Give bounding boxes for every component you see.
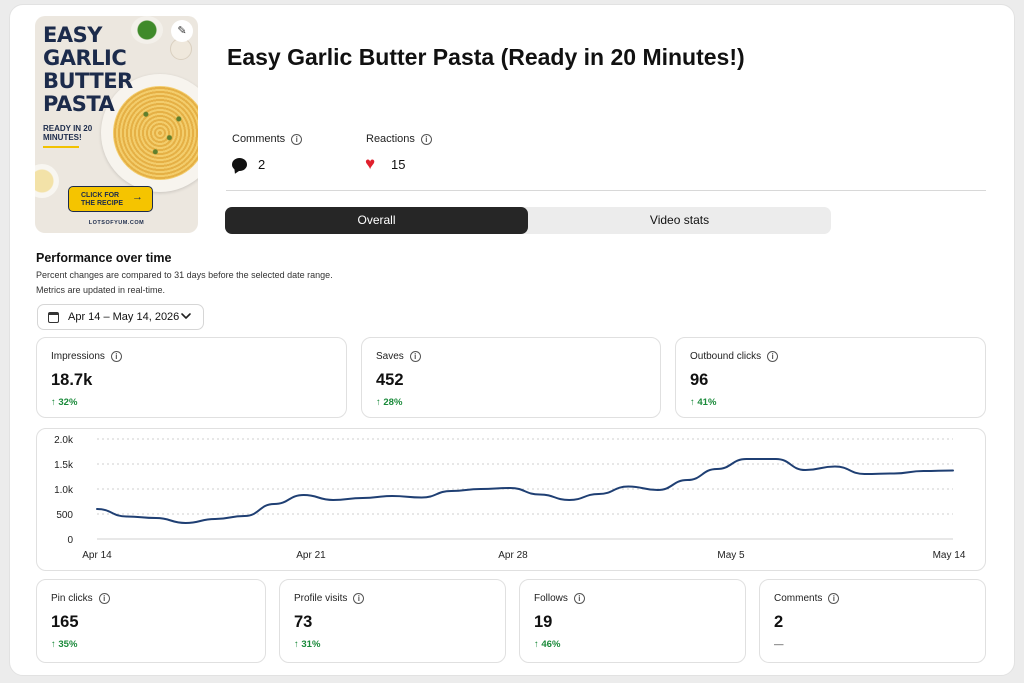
metric-delta: ↑ 31% [294, 639, 320, 650]
heart-icon: ♥ [365, 154, 376, 173]
x-tick-label: Apr 28 [498, 550, 528, 561]
metric-card-pin-clicks[interactable]: Pin clicks i 165 ↑ 35% [36, 579, 266, 663]
comments-label: Comments [232, 133, 286, 145]
metric-label-text: Follows [534, 593, 568, 605]
arrow-up-icon: ↑ [51, 639, 56, 650]
metric-label-text: Pin clicks [51, 593, 93, 605]
metric-label: Pin clicks i [51, 593, 110, 604]
thumbnail-site: LOTSOFYUM.COM [88, 220, 145, 226]
metric-value: 73 [294, 613, 313, 631]
thumbnail-cta: CLICK FOR THE RECIPE → [68, 186, 153, 212]
reactions-count: 15 [391, 157, 406, 172]
metric-delta-value: 28% [383, 397, 403, 408]
arrow-up-icon: ↑ [534, 639, 539, 650]
x-tick-label: May 5 [717, 550, 745, 561]
info-icon[interactable]: i [420, 133, 432, 145]
date-range-label: Apr 14 – May 14, 2026 [68, 311, 180, 323]
metric-card-comments[interactable]: Comments i 2 — [759, 579, 986, 663]
metric-delta: — [774, 639, 784, 650]
info-icon[interactable]: i [767, 351, 779, 362]
arrow-up-icon: ↑ [376, 397, 381, 408]
tab-overall[interactable]: Overall [225, 207, 528, 234]
metric-delta: ↑ 46% [534, 639, 560, 650]
metric-value: 2 [774, 613, 784, 631]
info-icon[interactable]: i [353, 593, 365, 604]
metric-label: Saves i [376, 351, 421, 362]
performance-chart-card: 0 500 1.0k 1.5k 2.0k Apr 14 Apr 21 Apr 28 May 5 M… [36, 428, 986, 571]
herb-bowl-graphic [131, 16, 163, 44]
reactions-stat-label: Reactions i [366, 133, 432, 145]
metric-delta: ↑ 28% [376, 397, 402, 408]
performance-line-chart[interactable]: 0 500 1.0k 1.5k 2.0k Apr 14 Apr 21 Apr 28 May 5 M… [37, 429, 985, 570]
y-tick-label: 2.0k [54, 435, 74, 446]
metric-delta-value: 35% [58, 639, 78, 650]
metric-label-text: Profile visits [294, 593, 348, 605]
performance-note-comparison: Percent changes are compared to 31 days … [36, 270, 333, 280]
cheese-graphic [35, 164, 59, 198]
metric-card-follows[interactable]: Follows i 19 ↑ 46% [519, 579, 746, 663]
info-icon[interactable]: i [409, 351, 421, 362]
metric-card-profile-visits[interactable]: Profile visits i 73 ↑ 31% [279, 579, 506, 663]
metric-label: Follows i [534, 593, 585, 604]
info-icon[interactable]: i [98, 593, 110, 604]
divider [226, 190, 986, 191]
metric-label: Comments i [774, 593, 840, 605]
metric-value: 165 [51, 613, 79, 631]
arrow-right-icon: → [132, 191, 143, 203]
chevron-down-icon[interactable] [176, 306, 196, 326]
metric-card-outbound-clicks[interactable]: Outbound clicks i 96 ↑ 41% [675, 337, 986, 418]
metric-card-saves[interactable]: Saves i 452 ↑ 28% [361, 337, 661, 418]
metric-card-impressions[interactable]: Impressions i 18.7k ↑ 32% [36, 337, 347, 418]
stats-tabs: Overall Video stats [225, 207, 831, 234]
metric-value: 18.7k [51, 371, 93, 389]
page-title: Easy Garlic Butter Pasta (Ready in 20 Mi… [227, 44, 745, 70]
metric-label-text: Comments [774, 593, 823, 605]
metric-delta-value: 31% [301, 639, 321, 650]
metric-label: Outbound clicks i [690, 351, 779, 363]
pin-thumbnail[interactable]: EASY GARLIC BUTTER PASTA READY IN 20 MIN… [35, 16, 198, 233]
reactions-label: Reactions [366, 133, 415, 145]
metric-value: 19 [534, 613, 553, 631]
calendar-icon [48, 312, 59, 323]
x-tick-label: May 14 [933, 550, 966, 561]
tab-video-stats[interactable]: Video stats [528, 207, 831, 234]
comments-count: 2 [258, 157, 266, 172]
comments-stat-label: Comments i [232, 133, 303, 145]
info-icon[interactable]: i [573, 593, 585, 604]
metric-delta: ↑ 41% [690, 397, 716, 408]
metric-label: Profile visits i [294, 593, 365, 605]
metric-label-text: Impressions [51, 351, 105, 363]
y-tick-label: 0 [67, 535, 73, 546]
thumbnail-headline: EASY GARLIC BUTTER PASTA [43, 23, 133, 116]
y-tick-label: 1.5k [54, 460, 74, 471]
metric-label: Impressions i [51, 351, 122, 362]
arrow-up-icon: ↑ [294, 639, 299, 650]
info-icon[interactable]: i [291, 133, 303, 145]
performance-note-realtime: Metrics are updated in real-time. [36, 285, 166, 295]
series-line [96, 458, 954, 524]
thumbnail-underline [43, 146, 79, 148]
thumbnail-subline: READY IN 20 MINUTES! [43, 124, 93, 142]
thumbnail-cta-label: CLICK FOR THE RECIPE [81, 192, 124, 207]
metric-label-text: Outbound clicks [690, 351, 762, 363]
metric-delta-value: 32% [58, 397, 78, 408]
x-tick-label: Apr 14 [82, 550, 112, 561]
metric-value: 452 [376, 371, 404, 389]
arrow-up-icon: ↑ [51, 397, 56, 408]
info-icon[interactable]: i [110, 351, 122, 362]
y-tick-label: 500 [56, 510, 73, 521]
arrow-up-icon: ↑ [690, 397, 695, 408]
metric-label-text: Saves [376, 351, 404, 363]
metric-delta-value: 41% [697, 397, 717, 408]
metric-delta-value: 46% [541, 639, 561, 650]
y-tick-label: 1.0k [54, 485, 74, 496]
comment-bubble-icon [232, 158, 247, 171]
performance-title: Performance over time [36, 251, 172, 265]
metric-delta: ↑ 35% [51, 639, 77, 650]
info-icon[interactable]: i [828, 593, 840, 604]
edit-pencil-icon[interactable]: ✎ [171, 20, 193, 42]
metric-value: 96 [690, 371, 709, 389]
metric-delta: ↑ 32% [51, 397, 77, 408]
x-tick-label: Apr 21 [296, 550, 326, 561]
